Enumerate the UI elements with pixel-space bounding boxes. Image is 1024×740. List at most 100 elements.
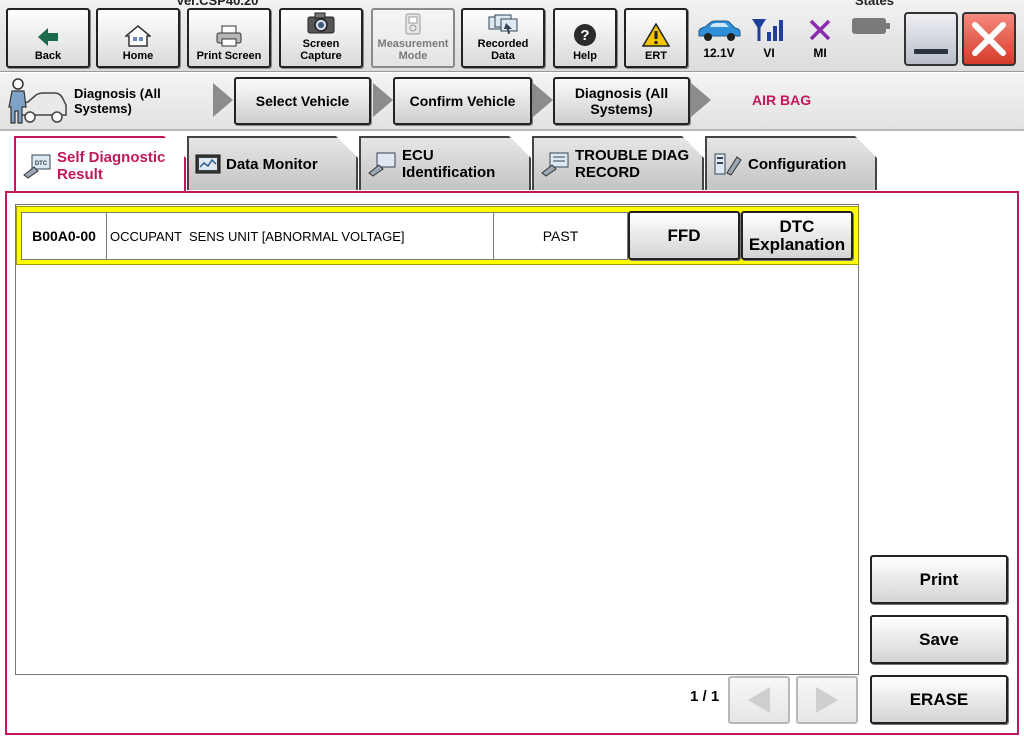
close-icon (972, 22, 1006, 56)
dtc-code-cell: B00A0-00 (21, 212, 107, 260)
ert-button[interactable]: ERT (624, 8, 688, 68)
x-mark-icon (809, 19, 831, 41)
triangle-left-icon (748, 687, 770, 713)
warning-icon (642, 23, 670, 47)
signal-icon (752, 19, 783, 41)
page-indicator: 1 / 1 (690, 688, 720, 705)
top-toolbar: Ver.CSP40.20 States Back Home Print Scre… (0, 0, 1024, 72)
print-button[interactable]: Print (870, 555, 1008, 604)
breadcrumb-title-line-1: Diagnosis (All (74, 86, 161, 101)
dtc-status: PAST (542, 228, 579, 244)
recorded-data-icon (488, 14, 518, 34)
print-screen-label: Print Screen (196, 50, 262, 62)
diagnosis-all-label-2: Systems) (590, 101, 653, 117)
dtc-list[interactable] (15, 204, 859, 675)
screen-capture-label-1: Screen (302, 38, 340, 50)
home-button[interactable]: Home (96, 8, 180, 68)
confirm-vehicle-label: Confirm Vehicle (409, 93, 516, 109)
ffd-button[interactable]: FFD (628, 211, 740, 260)
home-icon (125, 25, 151, 47)
trouble-diag-icon (540, 151, 570, 177)
back-button[interactable]: Back (6, 8, 90, 68)
dtc-description: OCCUPANT SENS UNIT [ABNORMAL VOLTAGE] (110, 228, 405, 244)
erase-button[interactable]: ERASE (870, 675, 1008, 724)
help-icon: ? (574, 24, 596, 46)
close-button[interactable] (962, 12, 1016, 66)
camera-icon (307, 12, 335, 34)
select-vehicle-button[interactable]: Select Vehicle (234, 77, 371, 125)
ert-label: ERT (645, 50, 667, 62)
battery-voltage-value: 12.1V (703, 46, 735, 60)
print-label: Print (919, 569, 959, 589)
help-button[interactable]: ? Help (553, 8, 617, 68)
vi-status: VI (744, 12, 794, 64)
tab-self-diagnostic-result[interactable]: DTC Self Diagnostic Result (14, 136, 186, 193)
mi-label: MI (813, 46, 827, 60)
tab-data-monitor[interactable]: Data Monitor (187, 136, 358, 190)
battery-status (846, 8, 896, 60)
tab-ecu-label-1: ECU (402, 147, 434, 164)
screen-capture-button[interactable]: Screen Capture (279, 8, 363, 68)
back-arrow-icon (38, 28, 58, 46)
save-label: Save (919, 629, 959, 649)
breadcrumb-title: Diagnosis (All Systems) (74, 86, 204, 116)
help-label: Help (573, 50, 597, 62)
dtc-code: B00A0-00 (32, 228, 96, 244)
recorded-data-button[interactable]: Recorded Data (461, 8, 545, 68)
tab-trouble-label-2: RECORD (575, 164, 641, 181)
measurement-mode-button[interactable]: Measurement Mode (371, 8, 455, 68)
diagnosis-all-systems-button[interactable]: Diagnosis (All Systems) (553, 77, 690, 125)
ffd-label: FFD (667, 225, 701, 245)
measurement-label-1: Measurement (377, 38, 449, 50)
self-diagnostic-icon: DTC (22, 153, 52, 179)
breadcrumb-title-line-2: Systems) (74, 101, 132, 116)
monitor-icon (195, 153, 221, 175)
vi-label: VI (763, 46, 775, 60)
battery-icon (852, 18, 890, 34)
minimize-button[interactable] (904, 12, 958, 66)
breadcrumb-arrow-icon (213, 83, 233, 117)
tab-configuration[interactable]: Configuration (705, 136, 877, 190)
erase-label: ERASE (909, 689, 969, 709)
tab-self-diagnostic-label-1: Self Diagnostic (57, 148, 166, 166)
battery-voltage-status: 12.1V (694, 12, 744, 64)
triangle-right-icon (816, 687, 838, 713)
tab-ecu-identification[interactable]: ECU Identification (359, 136, 531, 190)
measurement-icon (405, 13, 421, 35)
tab-trouble-diag-record[interactable]: TROUBLE DIAG RECORD (532, 136, 704, 190)
recorded-label-2: Data (491, 50, 515, 62)
breadcrumb-arrow-icon (533, 83, 553, 117)
screen-capture-label-2: Capture (300, 50, 342, 62)
confirm-vehicle-button[interactable]: Confirm Vehicle (393, 77, 532, 125)
dtc-status-cell: PAST (493, 212, 628, 260)
next-page-button[interactable] (796, 676, 858, 724)
select-vehicle-label: Select Vehicle (255, 93, 350, 109)
measurement-label-2: Mode (398, 50, 428, 62)
tab-trouble-label-1: TROUBLE DIAG (575, 147, 690, 164)
dtc-description-cell: OCCUPANT SENS UNIT [ABNORMAL VOLTAGE] (106, 212, 494, 260)
printer-icon (216, 25, 242, 47)
states-text: States (855, 0, 895, 8)
recorded-label-1: Recorded (477, 38, 529, 50)
back-label: Back (34, 50, 62, 62)
svg-text:DTC: DTC (35, 161, 48, 167)
print-screen-button[interactable]: Print Screen (187, 8, 271, 68)
technician-car-icon (8, 78, 67, 124)
save-button[interactable]: Save (870, 615, 1008, 664)
tab-configuration-label: Configuration (748, 155, 847, 173)
svg-text:?: ? (580, 27, 589, 44)
breadcrumb-arrow-icon (373, 83, 393, 117)
breadcrumb: Diagnosis (All Systems) Select Vehicle C… (0, 73, 1024, 131)
ecu-icon (367, 151, 397, 177)
dtc-explanation-label-2: Explanation (748, 234, 846, 254)
version-text: Ver.CSP40.20 (176, 0, 259, 8)
breadcrumb-current: AIR BAG (752, 92, 812, 108)
table-row[interactable]: B00A0-00 OCCUPANT SENS UNIT [ABNORMAL VO… (16, 206, 859, 265)
home-label: Home (122, 50, 154, 62)
dtc-explanation-label-1: DTC (779, 216, 815, 236)
mi-status: MI (795, 12, 845, 64)
dtc-explanation-button[interactable]: DTC Explanation (741, 211, 853, 260)
previous-page-button[interactable] (728, 676, 790, 724)
configuration-icon (713, 151, 743, 177)
tab-data-monitor-label: Data Monitor (226, 155, 318, 173)
